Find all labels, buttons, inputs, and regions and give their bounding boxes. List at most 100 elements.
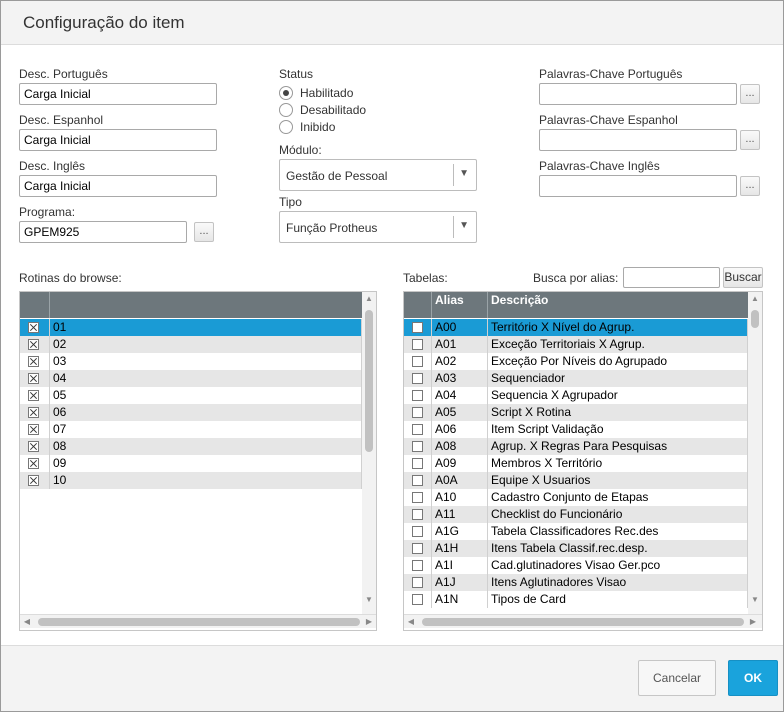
kw-es-lookup-button[interactable]: ... (740, 130, 760, 150)
table-row[interactable]: 03 (20, 353, 362, 370)
scroll-right-icon[interactable]: ▶ (362, 617, 376, 626)
table-row[interactable]: 05 (20, 387, 362, 404)
row-checkbox[interactable] (28, 458, 39, 469)
radio-selected-icon[interactable] (279, 86, 293, 100)
tables-grid[interactable]: Alias Descrição A00 Território X Nível do… (403, 291, 763, 631)
row-checkbox[interactable] (28, 356, 39, 367)
desc-en-field[interactable] (19, 175, 217, 197)
row-check-cell[interactable] (404, 540, 432, 557)
row-check-cell[interactable] (20, 421, 50, 438)
row-check-cell[interactable] (404, 489, 432, 506)
desc-pt-field[interactable] (19, 83, 217, 105)
alias-search-button[interactable]: Buscar (723, 267, 763, 288)
row-checkbox[interactable] (412, 543, 423, 554)
table-row[interactable]: A02 Exceção Por Níveis do Agrupado (404, 353, 748, 370)
row-check-cell[interactable] (404, 574, 432, 591)
scroll-thumb[interactable] (38, 618, 360, 626)
scroll-down-icon[interactable]: ▼ (748, 595, 762, 604)
radio-icon[interactable] (279, 120, 293, 134)
kw-en-lookup-button[interactable]: ... (740, 176, 760, 196)
scroll-thumb[interactable] (751, 310, 759, 328)
browse-vertical-scrollbar[interactable]: ▲ ▼ (362, 292, 376, 614)
table-row[interactable]: 06 (20, 404, 362, 421)
row-checkbox[interactable] (28, 475, 39, 486)
table-row[interactable]: 02 (20, 336, 362, 353)
row-check-cell[interactable] (404, 370, 432, 387)
modulo-select[interactable]: Gestão de Pessoal ▼ (279, 159, 477, 191)
row-check-cell[interactable] (404, 404, 432, 421)
tables-vertical-scrollbar[interactable]: ▲ ▼ (748, 292, 762, 614)
row-check-cell[interactable] (404, 319, 432, 336)
row-check-cell[interactable] (404, 455, 432, 472)
row-checkbox[interactable] (28, 441, 39, 452)
row-check-cell[interactable] (404, 438, 432, 455)
table-row[interactable]: A1J Itens Aglutinadores Visao (404, 574, 748, 591)
table-row[interactable]: A06 Item Script Validação (404, 421, 748, 438)
table-row[interactable]: A09 Membros X Território (404, 455, 748, 472)
row-check-cell[interactable] (404, 387, 432, 404)
table-row[interactable]: 01 (20, 319, 362, 336)
row-checkbox[interactable] (412, 424, 423, 435)
kw-pt-field[interactable] (539, 83, 737, 105)
browse-horizontal-scrollbar[interactable]: ◀ ▶ (20, 614, 376, 628)
row-checkbox[interactable] (28, 373, 39, 384)
chevron-down-icon[interactable]: ▼ (459, 220, 469, 231)
kw-en-field[interactable] (539, 175, 737, 197)
row-check-cell[interactable] (20, 472, 50, 489)
desc-es-field[interactable] (19, 129, 217, 151)
ok-button[interactable]: OK (728, 660, 778, 696)
header-alias-column[interactable]: Alias (432, 292, 488, 318)
scroll-thumb[interactable] (365, 310, 373, 452)
programa-lookup-button[interactable]: ... (194, 222, 214, 242)
cancel-button[interactable]: Cancelar (638, 660, 716, 696)
radio-icon[interactable] (279, 103, 293, 117)
row-check-cell[interactable] (20, 336, 50, 353)
row-checkbox[interactable] (412, 526, 423, 537)
row-check-cell[interactable] (20, 404, 50, 421)
scroll-left-icon[interactable]: ◀ (404, 617, 418, 626)
scroll-down-icon[interactable]: ▼ (362, 595, 376, 604)
row-check-cell[interactable] (20, 319, 50, 336)
table-row[interactable]: A0A Equipe X Usuarios (404, 472, 748, 489)
row-checkbox[interactable] (28, 339, 39, 350)
row-check-cell[interactable] (404, 523, 432, 540)
scroll-up-icon[interactable]: ▲ (748, 294, 762, 303)
tables-horizontal-scrollbar[interactable]: ◀ ▶ (404, 614, 762, 628)
kw-es-field[interactable] (539, 129, 737, 151)
table-row[interactable]: A05 Script X Rotina (404, 404, 748, 421)
row-checkbox[interactable] (412, 509, 423, 520)
row-checkbox[interactable] (412, 560, 423, 571)
row-check-cell[interactable] (404, 353, 432, 370)
row-check-cell[interactable] (20, 438, 50, 455)
table-row[interactable]: A11 Checklist do Funcionário (404, 506, 748, 523)
kw-pt-lookup-button[interactable]: ... (740, 84, 760, 104)
tipo-select[interactable]: Função Protheus ▼ (279, 211, 477, 243)
row-check-cell[interactable] (20, 370, 50, 387)
scroll-left-icon[interactable]: ◀ (20, 617, 34, 626)
row-checkbox[interactable] (412, 407, 423, 418)
table-row[interactable]: A1H Itens Tabela Classif.rec.desp. (404, 540, 748, 557)
chevron-down-icon[interactable]: ▼ (459, 168, 469, 179)
row-checkbox[interactable] (412, 577, 423, 588)
row-check-cell[interactable] (404, 472, 432, 489)
table-row[interactable]: A1N Tipos de Card (404, 591, 748, 608)
row-checkbox[interactable] (412, 339, 423, 350)
scroll-thumb[interactable] (422, 618, 744, 626)
table-row[interactable]: A1G Tabela Classificadores Rec.des (404, 523, 748, 540)
table-row[interactable]: A04 Sequencia X Agrupador (404, 387, 748, 404)
row-check-cell[interactable] (404, 421, 432, 438)
table-row[interactable]: 09 (20, 455, 362, 472)
row-checkbox[interactable] (28, 390, 39, 401)
row-checkbox[interactable] (412, 373, 423, 384)
row-checkbox[interactable] (412, 390, 423, 401)
browse-grid[interactable]: 01 02 03 04 05 06 07 08 09 10 ▲ ▼ ◀ ▶ (19, 291, 377, 631)
row-check-cell[interactable] (404, 557, 432, 574)
table-row[interactable]: 07 (20, 421, 362, 438)
table-row[interactable]: A08 Agrup. X Regras Para Pesquisas (404, 438, 748, 455)
table-row[interactable]: A1I Cad.glutinadores Visao Ger.pco (404, 557, 748, 574)
row-checkbox[interactable] (412, 458, 423, 469)
row-check-cell[interactable] (20, 387, 50, 404)
row-checkbox[interactable] (28, 407, 39, 418)
table-row[interactable]: 10 (20, 472, 362, 489)
table-row[interactable]: A10 Cadastro Conjunto de Etapas (404, 489, 748, 506)
